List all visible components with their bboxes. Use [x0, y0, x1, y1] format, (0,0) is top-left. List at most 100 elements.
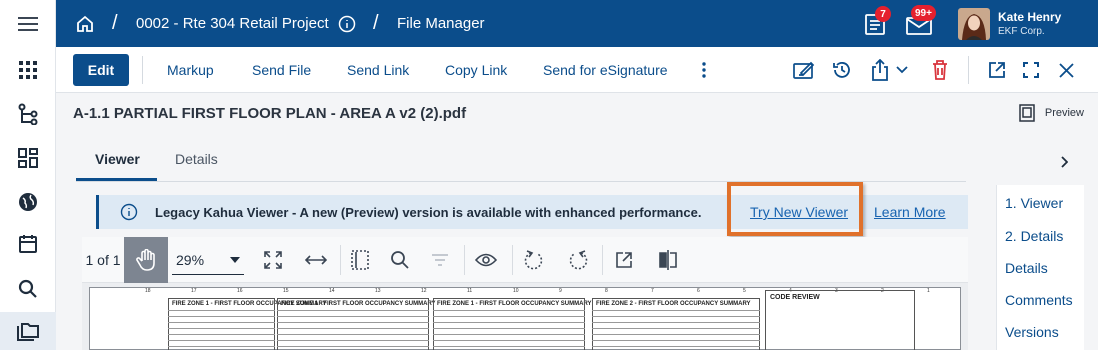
send-for-esignature-button[interactable]: Send for eSignature — [543, 47, 668, 93]
rotate-right-icon[interactable] — [556, 237, 600, 283]
content-area: Viewer Details Legacy Kahua Viewer - A n… — [56, 133, 1098, 350]
table-rule — [168, 340, 275, 341]
table-rule — [277, 316, 429, 317]
calendar-icon[interactable] — [0, 224, 56, 264]
user-info[interactable]: Kate Henry EKF Corp. — [998, 0, 1061, 47]
table-rule — [168, 334, 275, 335]
fullscreen-icon[interactable] — [1019, 47, 1043, 93]
grid-number: 14 — [329, 288, 335, 294]
breadcrumb-app[interactable]: File Manager — [397, 0, 485, 47]
table-rule — [168, 316, 275, 317]
zoom-value: 29% — [176, 251, 205, 268]
search-icon[interactable] — [0, 269, 56, 309]
annotate-icon[interactable] — [791, 47, 817, 93]
table-rule — [592, 328, 760, 329]
active-tab-indicator — [76, 178, 157, 181]
user-company: EKF Corp. — [998, 26, 1045, 37]
side-tab-viewer[interactable]: 1. Viewer — [1005, 195, 1063, 211]
side-tab-versions[interactable]: Versions — [1005, 324, 1059, 340]
delete-icon[interactable] — [928, 47, 952, 93]
table-rule — [168, 346, 275, 347]
apps-grid-icon[interactable] — [0, 50, 56, 90]
side-tab-details-step[interactable]: 2. Details — [1005, 228, 1063, 244]
toolbar-divider — [968, 56, 969, 84]
user-name: Kate Henry — [998, 10, 1062, 24]
table-rule — [433, 346, 585, 347]
more-options-icon[interactable] — [696, 47, 712, 93]
side-tab-panel: 1. Viewer 2. Details Details Comments Ve… — [996, 185, 1084, 350]
tab-viewer[interactable]: Viewer — [95, 151, 140, 181]
learn-more-link[interactable]: Learn More — [874, 195, 946, 229]
dashboard-icon[interactable] — [0, 138, 56, 178]
grid-number: 9 — [559, 288, 562, 294]
avatar[interactable] — [958, 0, 990, 47]
hierarchy-icon[interactable] — [0, 94, 56, 134]
close-icon[interactable] — [1054, 47, 1078, 93]
compare-icon[interactable] — [646, 237, 690, 283]
table-rule — [592, 334, 760, 335]
chevron-right-icon[interactable] — [1060, 155, 1069, 173]
send-link-button[interactable]: Send Link — [347, 47, 409, 93]
grid-number: 13 — [375, 288, 381, 294]
markup-button[interactable]: Markup — [167, 47, 214, 93]
files-icon[interactable] — [0, 312, 56, 350]
zoom-select[interactable]: 29% — [172, 245, 244, 275]
filter-icon[interactable] — [420, 237, 460, 283]
send-file-button[interactable]: Send File — [252, 47, 311, 93]
grid-number: 15 — [283, 288, 289, 294]
home-icon[interactable] — [76, 0, 94, 47]
document-canvas[interactable]: 18 17 16 15 14 13 12 11 10 9 8 7 6 5 4 3 2 1 FIRE ZONE 1 … — [82, 283, 968, 350]
grid-number: 10 — [513, 288, 519, 294]
pop-out-icon[interactable] — [602, 237, 646, 283]
table-rule — [168, 310, 275, 311]
info-icon[interactable] — [338, 0, 356, 47]
open-new-window-icon[interactable] — [985, 47, 1009, 93]
search-icon[interactable] — [380, 237, 420, 283]
grid-number: 1 — [927, 288, 930, 294]
eye-icon[interactable] — [464, 237, 508, 283]
occupancy-table — [168, 298, 275, 350]
table-rule — [592, 340, 760, 341]
menu-icon[interactable] — [0, 4, 56, 44]
viewer-toolbar: 1 of 1 29% — [82, 237, 968, 283]
side-tab-details[interactable]: Details — [1005, 260, 1048, 276]
grid-number: 12 — [421, 288, 427, 294]
rotate-left-icon[interactable] — [512, 237, 556, 283]
table-rule — [433, 322, 585, 323]
table-rule — [277, 310, 429, 311]
occupancy-table — [277, 298, 429, 350]
breadcrumb-separator: / — [112, 12, 118, 34]
table-rule — [592, 310, 760, 311]
action-toolbar: Edit Markup Send File Send Link Copy Lin… — [56, 47, 1098, 93]
chevron-down-icon[interactable] — [894, 47, 910, 93]
copy-link-button[interactable]: Copy Link — [445, 47, 507, 93]
info-icon — [120, 203, 138, 226]
globe-icon[interactable] — [0, 182, 56, 222]
banner-message: Legacy Kahua Viewer - A new (Preview) ve… — [155, 204, 702, 220]
page-indicator: 1 of 1 — [85, 252, 121, 268]
breadcrumb-project[interactable]: 0002 - Rte 304 Retail Project — [136, 0, 329, 47]
grid-number: 18 — [145, 288, 151, 294]
table-rule — [433, 310, 585, 311]
left-rail — [0, 0, 56, 350]
side-tab-comments[interactable]: Comments — [1005, 292, 1073, 308]
preview-toggle[interactable]: Preview — [1019, 93, 1084, 133]
text-select-icon[interactable] — [340, 237, 380, 283]
table-rule — [592, 316, 760, 317]
code-review-table — [765, 290, 915, 350]
edit-button[interactable]: Edit — [73, 54, 129, 86]
drawing-sheet: 18 17 16 15 14 13 12 11 10 9 8 7 6 5 4 3 2 1 FIRE ZONE 1 … — [89, 287, 961, 350]
grid-number: 6 — [697, 288, 700, 294]
table-rule — [168, 322, 275, 323]
share-icon[interactable] — [868, 47, 892, 93]
history-icon[interactable] — [829, 47, 855, 93]
grid-number: 11 — [467, 288, 473, 294]
fit-page-icon[interactable] — [253, 237, 293, 283]
grid-number: 17 — [191, 288, 197, 294]
fit-width-icon[interactable] — [296, 237, 336, 283]
caret-down-icon — [230, 256, 240, 263]
table-rule — [433, 334, 585, 335]
pan-tool-icon[interactable] — [124, 237, 168, 283]
tab-details[interactable]: Details — [175, 151, 218, 181]
table-rule — [433, 328, 585, 329]
